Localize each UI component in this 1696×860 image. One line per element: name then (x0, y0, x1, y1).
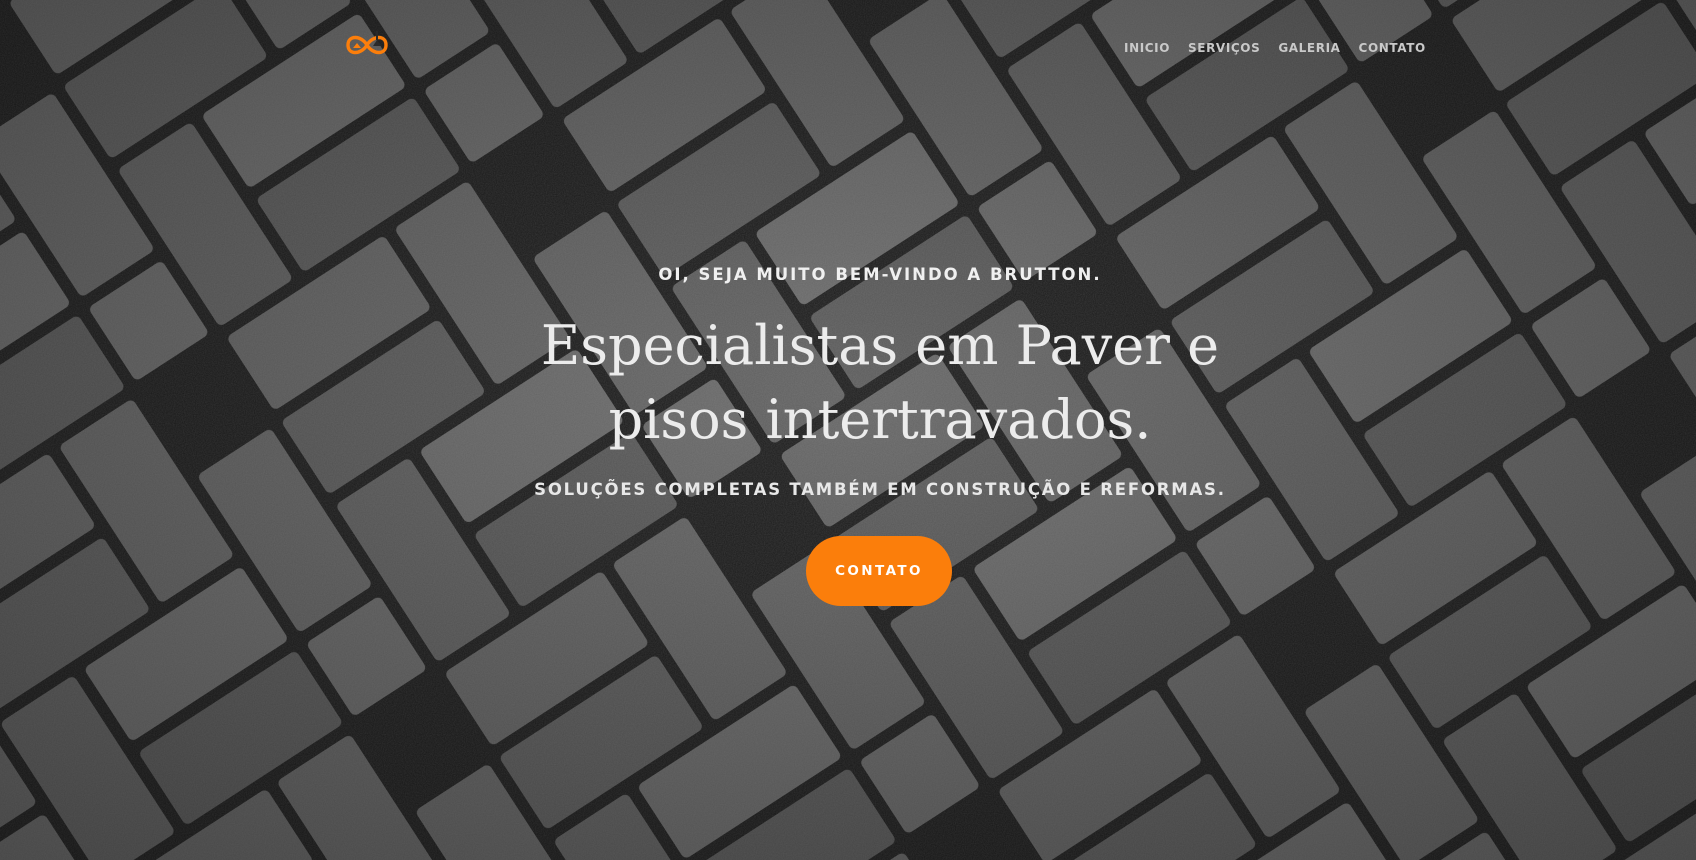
nav-item-servicos[interactable]: SERVIÇOS (1188, 41, 1260, 55)
hero-title-line-1: Especialistas em Paver e (540, 314, 1220, 377)
page: INICIO SERVIÇOS GALERIA CONTATO OI, SEJA… (0, 0, 1696, 860)
main-nav: INICIO SERVIÇOS GALERIA CONTATO (1124, 41, 1444, 55)
contato-button[interactable]: CONTATO (806, 536, 952, 606)
nav-item-galeria[interactable]: GALERIA (1278, 41, 1340, 55)
hero-subtitle: SOLUÇÕES COMPLETAS TAMBÉM EM CONSTRUÇÃO … (534, 480, 1226, 499)
hero-kicker: OI, SEJA MUITO BEM-VINDO A BRUTTON. (658, 265, 1102, 284)
nav-item-contato[interactable]: CONTATO (1359, 41, 1426, 55)
nav-item-inicio[interactable]: INICIO (1124, 41, 1170, 55)
site-header: INICIO SERVIÇOS GALERIA CONTATO (0, 0, 1696, 90)
hero-title: Especialistas em Paver e pisos intertrav… (0, 309, 1696, 457)
brand-logo[interactable] (344, 26, 390, 60)
hero-title-line-2: pisos intertravados. (608, 388, 1152, 451)
infinity-house-logo-icon (346, 31, 388, 55)
